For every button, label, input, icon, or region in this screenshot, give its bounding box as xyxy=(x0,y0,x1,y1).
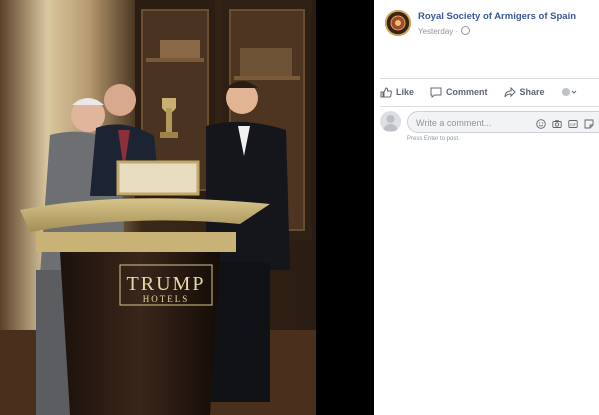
audience-selector[interactable] xyxy=(561,87,581,98)
comment-button[interactable]: Comment xyxy=(430,87,488,98)
emoji-icon[interactable] xyxy=(536,116,546,129)
comment-icon xyxy=(430,87,442,98)
meta-separator: · xyxy=(455,27,459,36)
page-avatar[interactable] xyxy=(385,10,411,36)
like-button[interactable]: Like xyxy=(380,86,415,98)
gif-icon[interactable]: GIF xyxy=(568,116,578,128)
post-timestamp[interactable]: Yesterday xyxy=(418,27,453,36)
comment-tools: GIF xyxy=(536,116,594,129)
camera-icon[interactable] xyxy=(552,116,562,128)
post-sidebar: Royal Society of Armigers of Spain Yeste… xyxy=(374,0,599,415)
divider-bottom xyxy=(380,106,599,107)
sticker-icon[interactable] xyxy=(584,116,594,129)
comment-hint: Press Enter to post. xyxy=(407,136,460,142)
like-label: Like xyxy=(396,87,415,97)
podium-sub-text: HOTELS xyxy=(143,294,190,304)
share-label: Share xyxy=(519,87,545,97)
comment-composer: Write a comment... GIF xyxy=(380,110,599,136)
podium-brand-text: TRUMP xyxy=(127,273,206,295)
profile-chevron-icon xyxy=(561,87,576,96)
svg-text:GIF: GIF xyxy=(570,123,577,127)
thumbs-up-icon xyxy=(380,86,392,97)
comment-label: Comment xyxy=(446,87,488,97)
post-photo[interactable]: TRUMP HOTELS xyxy=(0,0,316,415)
share-button[interactable]: Share xyxy=(504,86,545,98)
user-avatar[interactable] xyxy=(380,111,401,132)
post-meta: Yesterday · xyxy=(418,26,471,36)
page-name-link[interactable]: Royal Society of Armigers of Spain xyxy=(418,11,576,22)
action-bar: Like Comment Share xyxy=(380,79,599,105)
share-icon xyxy=(504,86,516,97)
lightbox-backdrop xyxy=(316,0,374,415)
globe-icon xyxy=(461,26,471,35)
